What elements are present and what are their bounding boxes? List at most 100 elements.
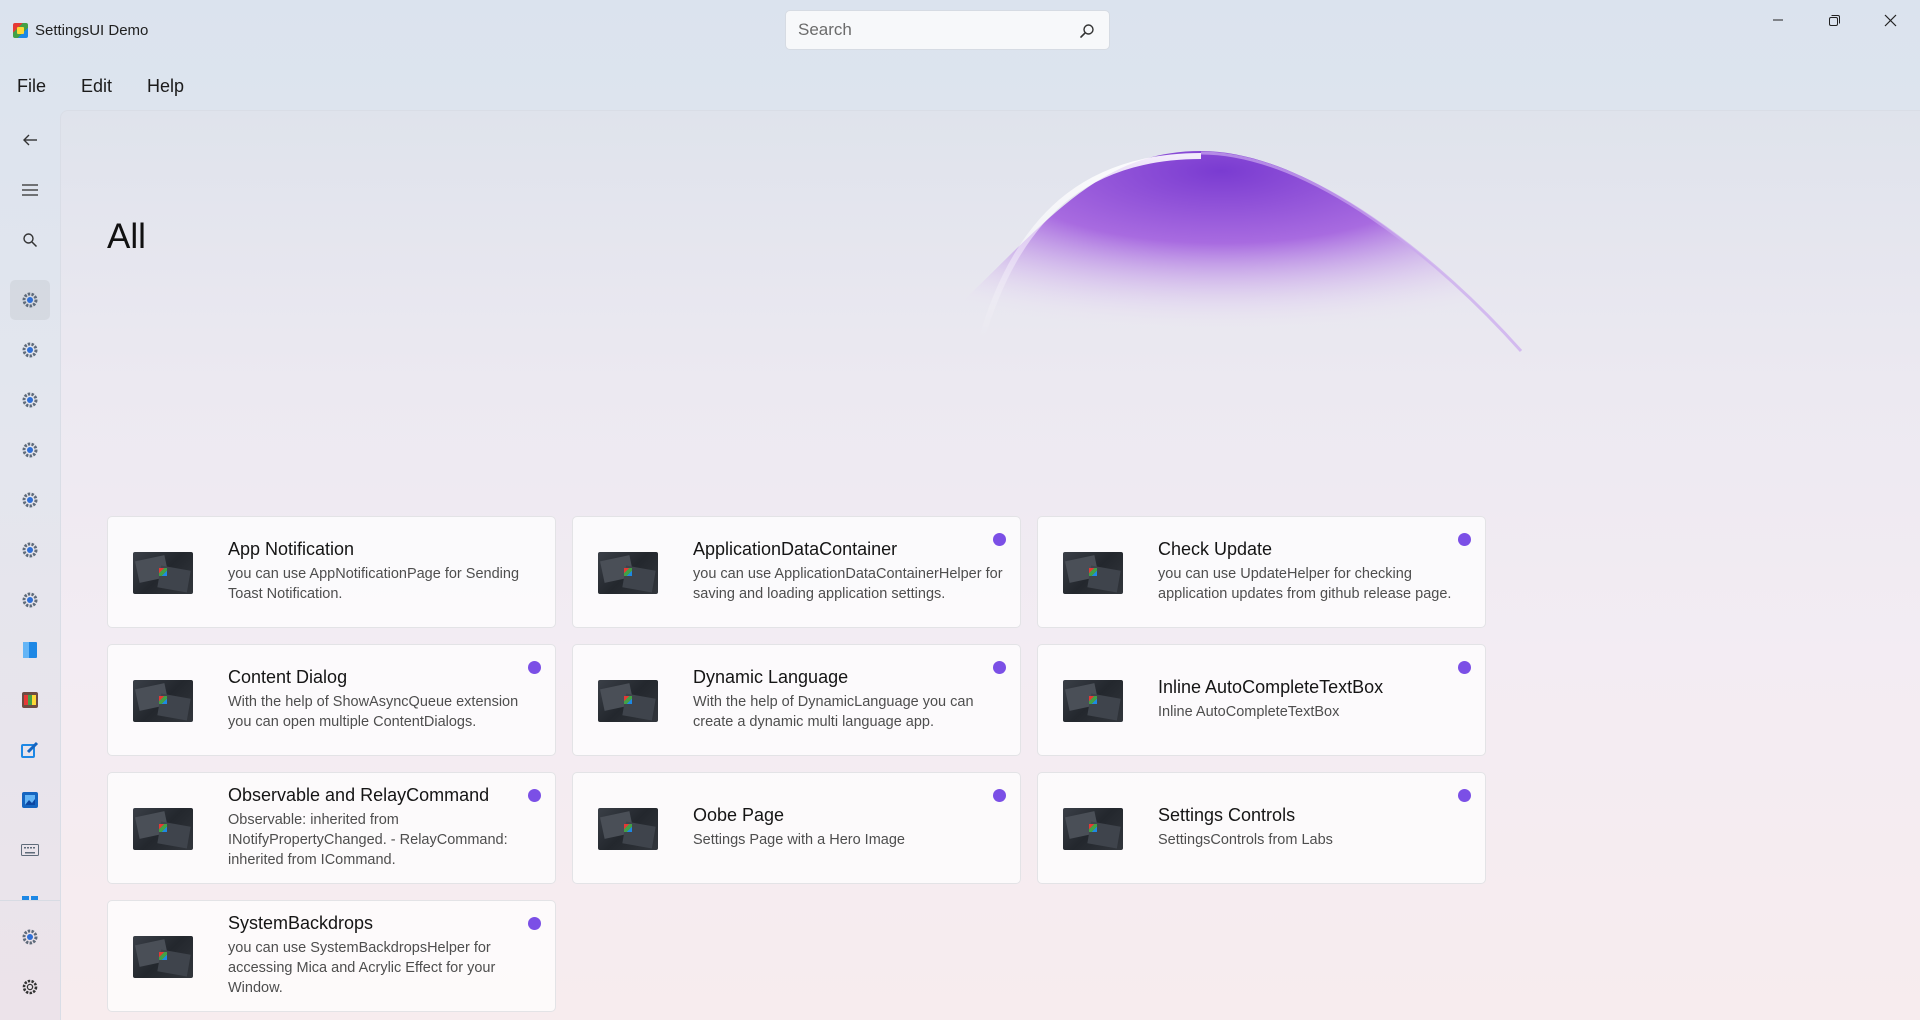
- new-badge: [528, 661, 541, 674]
- nav-item-2[interactable]: [10, 330, 50, 370]
- edit-icon: [21, 741, 39, 758]
- card-thumbnail: [1063, 552, 1123, 594]
- gear-icon: [22, 592, 38, 608]
- nav-search-button[interactable]: [10, 220, 50, 260]
- gear-icon: [22, 392, 38, 408]
- card-title: Content Dialog: [228, 667, 348, 687]
- card-thumbnail: [133, 808, 193, 850]
- menu-file[interactable]: File: [0, 70, 64, 102]
- new-badge: [993, 533, 1006, 546]
- rail-separator: [0, 900, 60, 901]
- card-description: you can use AppNotificationPage for Send…: [228, 566, 520, 602]
- card-app-notification[interactable]: App Notification you can use AppNotifica…: [107, 516, 556, 628]
- nav-item-13[interactable]: [10, 880, 50, 900]
- card-title: Check Update: [1158, 539, 1273, 559]
- gear-icon: [22, 929, 38, 945]
- gear-icon: [22, 442, 38, 458]
- nav-item-6[interactable]: [10, 530, 50, 570]
- card-oobe-page[interactable]: Oobe Page Settings Page with a Hero Imag…: [572, 772, 1021, 884]
- settings-icon: [22, 979, 38, 995]
- card-thumbnail: [598, 552, 658, 594]
- keyboard-icon: [21, 844, 39, 856]
- new-badge: [993, 789, 1006, 802]
- card-content-dialog[interactable]: Content Dialog With the help of ShowAsyn…: [107, 644, 556, 756]
- card-settings-controls[interactable]: Settings Controls SettingsControls from …: [1037, 772, 1486, 884]
- blue-app-icon: [23, 642, 37, 658]
- search-icon: [23, 233, 38, 248]
- card-description: With the help of ShowAsyncQueue extensio…: [228, 694, 519, 730]
- nav-item-5[interactable]: [10, 480, 50, 520]
- page-title: All: [107, 217, 146, 256]
- card-thumbnail: [1063, 680, 1123, 722]
- app-title: SettingsUI Demo: [35, 22, 149, 39]
- hero-image: [921, 151, 1523, 352]
- card-system-backdrops[interactable]: SystemBackdrops you can use SystemBackdr…: [107, 900, 556, 1012]
- new-badge: [1458, 661, 1471, 674]
- menu-bar: File Edit Help: [0, 70, 202, 102]
- nav-item-12[interactable]: [10, 830, 50, 870]
- card-thumbnail: [133, 936, 193, 978]
- card-application-data-container[interactable]: ApplicationDataContainer you can use App…: [572, 516, 1021, 628]
- card-description: you can use ApplicationDataContainerHelp…: [693, 566, 1003, 602]
- nav-item-9[interactable]: [10, 680, 50, 720]
- card-title: SystemBackdrops: [228, 913, 374, 933]
- photos-icon: [22, 792, 38, 808]
- hamburger-button[interactable]: [10, 170, 50, 210]
- card-thumbnail: [598, 808, 658, 850]
- card-observable-relaycommand[interactable]: Observable and RelayCommand Observable: …: [107, 772, 556, 884]
- card-title: ApplicationDataContainer: [693, 539, 898, 559]
- navigation-rail: [0, 110, 60, 1020]
- nav-item-8[interactable]: [10, 630, 50, 670]
- settings-button[interactable]: [10, 967, 50, 1007]
- card-description: With the help of DynamicLanguage you can…: [693, 694, 974, 730]
- card-title: Dynamic Language: [693, 667, 849, 687]
- new-badge: [528, 917, 541, 930]
- colorful-app-icon: [22, 692, 38, 708]
- restore-button[interactable]: [1806, 0, 1862, 40]
- restore-icon: [1828, 14, 1840, 26]
- close-button[interactable]: [1862, 0, 1918, 40]
- card-thumbnail: [133, 680, 193, 722]
- search-input[interactable]: [798, 19, 1068, 41]
- new-badge: [993, 661, 1006, 674]
- title-bar: SettingsUI Demo: [0, 0, 1920, 60]
- content-area: All App Notification you can use AppNoti…: [60, 110, 1920, 1020]
- card-description: Observable: inherited from INotifyProper…: [228, 812, 508, 868]
- back-button[interactable]: [10, 120, 50, 160]
- hamburger-menu-icon: [22, 184, 38, 196]
- gear-icon: [22, 492, 38, 508]
- card-title: Observable and RelayCommand: [228, 785, 490, 805]
- search-icon[interactable]: [1079, 23, 1095, 39]
- card-description: SettingsControls from Labs: [1158, 832, 1333, 848]
- card-inline-autocomplete[interactable]: Inline AutoCompleteTextBox Inline AutoCo…: [1037, 644, 1486, 756]
- new-badge: [1458, 533, 1471, 546]
- nav-item-1[interactable]: [10, 280, 50, 320]
- card-thumbnail: [1063, 808, 1123, 850]
- search-box[interactable]: [785, 10, 1110, 50]
- nav-footer-item[interactable]: [10, 917, 50, 957]
- gear-icon: [22, 342, 38, 358]
- card-title: Settings Controls: [1158, 805, 1296, 825]
- card-dynamic-language[interactable]: Dynamic Language With the help of Dynami…: [572, 644, 1021, 756]
- gear-icon: [22, 292, 38, 308]
- app-logo-icon: [13, 23, 28, 38]
- nav-item-10[interactable]: [10, 730, 50, 770]
- nav-item-7[interactable]: [10, 580, 50, 620]
- menu-edit[interactable]: Edit: [64, 70, 130, 102]
- card-description: Settings Page with a Hero Image: [693, 832, 905, 848]
- nav-item-11[interactable]: [10, 780, 50, 820]
- nav-item-4[interactable]: [10, 430, 50, 470]
- menu-help[interactable]: Help: [130, 70, 202, 102]
- card-thumbnail: [598, 680, 658, 722]
- new-badge: [1458, 789, 1471, 802]
- card-description: Inline AutoCompleteTextBox: [1158, 704, 1340, 720]
- minimize-icon: [1773, 19, 1783, 21]
- card-title: Oobe Page: [693, 805, 785, 825]
- nav-item-3[interactable]: [10, 380, 50, 420]
- new-badge: [528, 789, 541, 802]
- minimize-button[interactable]: [1750, 0, 1806, 40]
- card-check-update[interactable]: Check Update you can use UpdateHelper fo…: [1037, 516, 1486, 628]
- close-icon: [1884, 14, 1896, 26]
- gear-icon: [22, 542, 38, 558]
- card-description: you can use SystemBackdropsHelper for ac…: [228, 940, 496, 996]
